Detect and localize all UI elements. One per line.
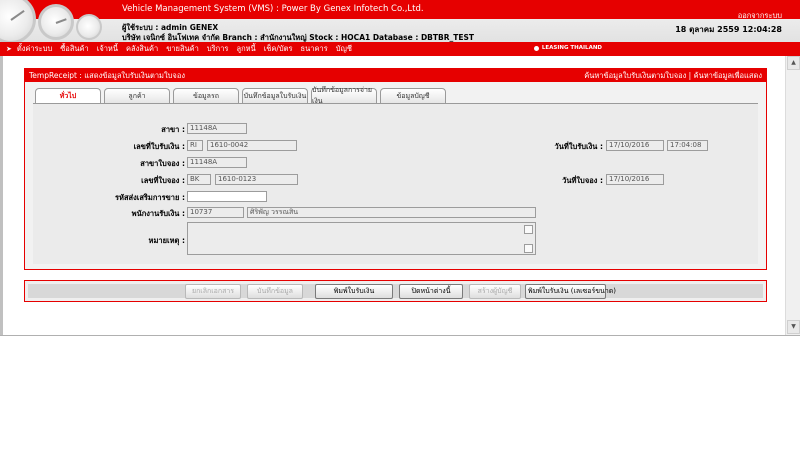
close-window-button[interactable]: ปิดหน้าต่างนี้ xyxy=(399,284,463,299)
speedometer-logo xyxy=(0,0,120,42)
staff-name-field[interactable]: ศิริพัญ วรรณสิน xyxy=(247,207,536,218)
menu-item-accounting[interactable]: บัญชี xyxy=(336,43,352,55)
save-button[interactable]: บันทึกข้อมูล xyxy=(247,284,303,299)
link-separator: | xyxy=(686,70,694,80)
panel-links: ค้นหาข้อมูลใบรับเงินตามใบจอง | ค้นหาข้อม… xyxy=(584,70,762,82)
booking-date-label: วันที่ใบจอง : xyxy=(562,176,603,185)
tab-payment-record[interactable]: บันทึกข้อมูลการจ่ายเงิน xyxy=(311,86,377,105)
booking-branch-field[interactable]: 11148A xyxy=(187,157,247,168)
search-display-link[interactable]: ค้นหาข้อมูลเพื่อแสดง xyxy=(694,71,762,80)
left-frame-edge xyxy=(0,56,3,336)
receipt-prefix-field[interactable]: RI xyxy=(187,140,203,151)
menu-item-sales[interactable]: ขายสินค้า xyxy=(166,43,199,55)
receipt-date-label: วันที่ใบรับเงิน : xyxy=(554,142,603,151)
gauge-small-icon xyxy=(76,14,102,40)
logout-link[interactable]: ออกจากระบบ xyxy=(738,10,782,22)
receipt-time-field[interactable]: 17:04:08 xyxy=(667,140,708,151)
booking-date-field[interactable]: 17/10/2016 xyxy=(606,174,664,185)
menu-item-debtors[interactable]: ลูกหนี้ xyxy=(236,43,255,55)
menu-item-settings[interactable]: ตั้งค่าระบบ xyxy=(17,43,52,55)
branch-field[interactable]: 11148A xyxy=(187,123,247,134)
promo-code-label: รหัสส่งเสริมการขาย : xyxy=(114,193,185,202)
print-receipt-laser-button[interactable]: พิมพ์ใบรับเงิน (เลเซอร์ขนาด) xyxy=(525,284,616,299)
remark-textarea[interactable] xyxy=(187,222,536,255)
menu-item-service[interactable]: บริการ xyxy=(207,43,229,55)
booking-no-field[interactable]: 1610-0123 xyxy=(215,174,298,185)
receipt-date-field[interactable]: 17/10/2016 xyxy=(606,140,664,151)
staff-label: พนักงานรับเงิน : xyxy=(131,209,185,218)
print-receipt-button[interactable]: พิมพ์ใบรับเงิน xyxy=(315,284,393,299)
scroll-down-icon[interactable]: ▼ xyxy=(787,320,800,334)
header-banner: Vehicle Management System (VMS) : Power … xyxy=(0,0,800,42)
remark-label: หมายเหตุ : xyxy=(148,236,185,245)
vertical-scrollbar[interactable]: ▲ ▼ xyxy=(785,56,800,336)
booking-no-label: เลขที่ใบจอง : xyxy=(141,176,185,185)
receipt-panel: TempReceipt : แสดงข้อมูลใบรับเงินตามใบจอ… xyxy=(24,68,767,270)
receipt-no-field[interactable]: 1610-0042 xyxy=(207,140,297,151)
booking-prefix-field[interactable]: BK xyxy=(187,174,211,185)
remark-scroll-down[interactable] xyxy=(524,244,533,253)
gauge-large-icon xyxy=(0,0,36,42)
main-menu-bar: ➤ ตั้งค่าระบบ ซื้อสินค้า เจ้าหนี้ คลังสิ… xyxy=(0,42,800,56)
tab-vehicle[interactable]: ข้อมูลรถ xyxy=(173,88,239,103)
menu-item-inventory[interactable]: คลังสินค้า xyxy=(126,43,158,55)
menu-arrow-icon: ➤ xyxy=(6,45,12,53)
promo-code-field[interactable] xyxy=(187,191,267,202)
create-account-button[interactable]: สร้างผู้บัญชี xyxy=(469,284,521,299)
receipt-no-label: เลขที่ใบรับเงิน : xyxy=(133,142,185,151)
remark-scroll-up[interactable] xyxy=(524,225,533,234)
frame-bottom-edge xyxy=(0,335,800,336)
booking-branch-label: สาขาใบจอง : xyxy=(140,159,185,168)
leasing-badge: LEASING THAILAND xyxy=(533,45,602,51)
panel-title: TempReceipt : แสดงข้อมูลใบรับเงินตามใบจอ… xyxy=(29,70,185,80)
company-branch-info: บริษัท เจนิกซ์ อินโฟเทค จำกัด Branch : ส… xyxy=(122,33,475,42)
current-datetime: 18 ตุลาคม 2559 12:04:28 xyxy=(675,25,782,34)
app-title: Vehicle Management System (VMS) : Power … xyxy=(122,4,424,14)
menu-item-purchase[interactable]: ซื้อสินค้า xyxy=(60,43,89,55)
panel-titlebar: TempReceipt : แสดงข้อมูลใบรับเงินตามใบจอ… xyxy=(25,69,766,82)
menu-item-bank[interactable]: ธนาคาร xyxy=(301,43,328,55)
staff-code-field[interactable]: 10737 xyxy=(187,207,244,218)
tab-account-info[interactable]: ข้อมูลบัญชี xyxy=(380,88,446,103)
gauge-medium-icon xyxy=(38,4,74,40)
tab-general[interactable]: ทั่วไป xyxy=(35,88,101,103)
button-bar-inner xyxy=(28,284,763,298)
leasing-dot-icon xyxy=(533,45,539,51)
menu-item-creditors[interactable]: เจ้าหนี้ xyxy=(97,43,118,55)
action-button-bar: ยกเลิกเอกสาร บันทึกข้อมูล พิมพ์ใบรับเงิน… xyxy=(24,280,767,302)
cancel-document-button[interactable]: ยกเลิกเอกสาร xyxy=(185,284,241,299)
scroll-up-icon[interactable]: ▲ xyxy=(787,56,800,70)
general-form: สาขา : 11148A เลขที่ใบรับเงิน : RI 1610-… xyxy=(33,104,758,264)
tab-customer[interactable]: ลูกค้า xyxy=(104,88,170,103)
tab-strip: ทั่วไป ลูกค้า ข้อมูลรถ บันทึกข้อมูลใบรับ… xyxy=(35,86,449,105)
menu-item-cheque-card[interactable]: เช็ค/บัตร xyxy=(264,43,293,55)
search-receipt-link[interactable]: ค้นหาข้อมูลใบรับเงินตามใบจอง xyxy=(584,71,686,80)
leasing-label: LEASING THAILAND xyxy=(541,45,602,51)
tab-receipt-record[interactable]: บันทึกข้อมูลใบรับเงิน xyxy=(242,88,308,103)
branch-label: สาขา : xyxy=(161,125,185,134)
